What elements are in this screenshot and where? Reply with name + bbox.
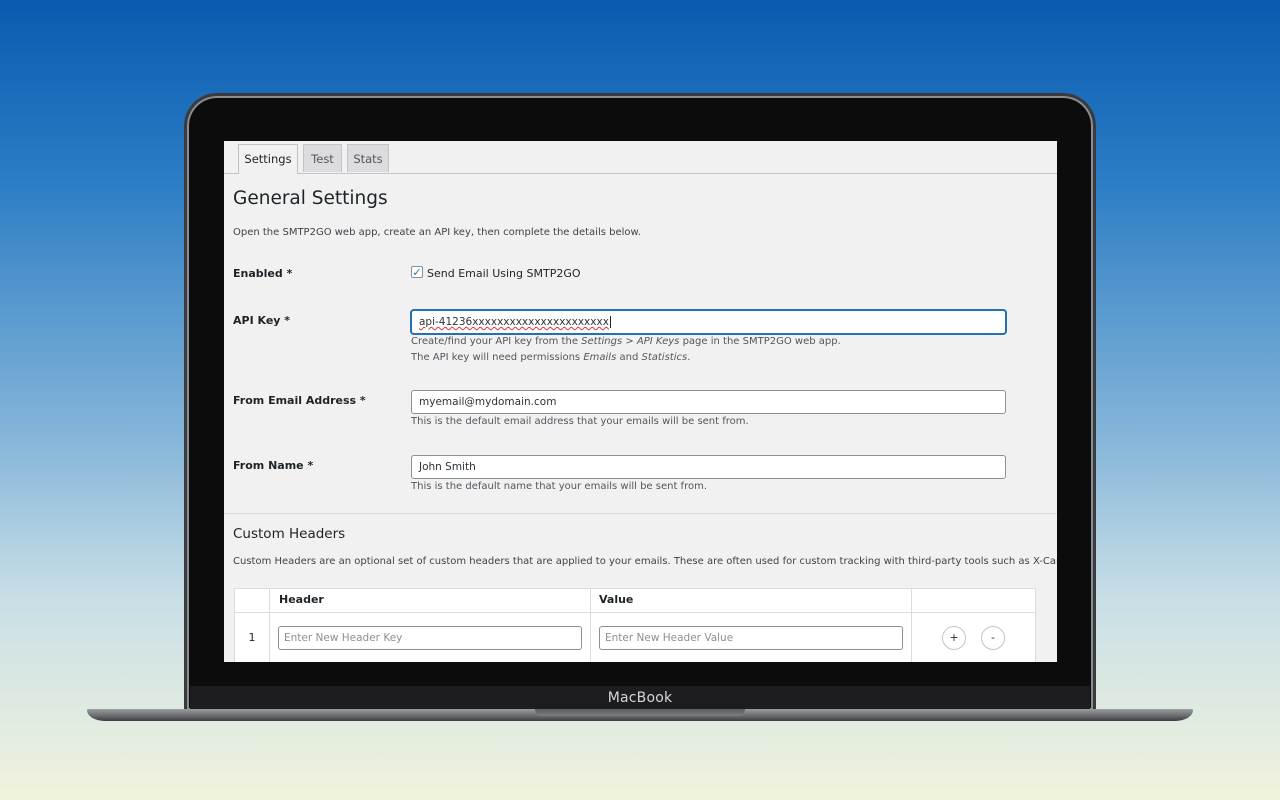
from-email-help: This is the default email address that y… <box>411 416 749 427</box>
from-email-input[interactable]: myemail@mydomain.com <box>411 390 1006 414</box>
help-emphasis: Settings > API Keys <box>581 336 680 347</box>
device-label: MacBook <box>607 690 673 706</box>
tab-settings[interactable]: Settings <box>238 144 298 174</box>
table-row-actions: + - <box>912 613 1035 662</box>
column-header-header: Header <box>270 589 591 613</box>
enabled-checkbox[interactable]: ✓ <box>411 266 423 279</box>
add-row-button[interactable]: + <box>942 626 966 650</box>
remove-row-button[interactable]: - <box>981 626 1005 650</box>
api-key-label: API Key * <box>233 314 291 327</box>
help-emphasis: Emails <box>583 352 617 363</box>
check-icon: ✓ <box>412 266 422 279</box>
tab-stats[interactable]: Stats <box>347 144 389 172</box>
laptop-hinge-notch <box>535 709 745 716</box>
row-index: 1 <box>235 613 270 662</box>
enabled-checkbox-label[interactable]: Send Email Using SMTP2GO <box>427 267 581 280</box>
api-key-help-2: The API key will need permissions Emails… <box>411 352 690 363</box>
help-emphasis: Statistics <box>641 352 688 363</box>
from-name-label: From Name * <box>233 459 314 472</box>
help-text: Create/find your API key from the <box>411 336 582 347</box>
from-name-input[interactable]: John Smith <box>411 455 1006 479</box>
text-caret <box>609 316 611 328</box>
api-key-input[interactable]: api-41236xxxxxxxxxxxxxxxxxxxxxx <box>411 310 1006 334</box>
custom-headers-table: Header Value 1 Enter New Header Key Ente… <box>234 588 1036 662</box>
laptop-bottom-bezel: MacBook <box>190 686 1090 710</box>
tab-test[interactable]: Test <box>303 144 342 172</box>
from-name-help: This is the default name that your email… <box>411 481 708 492</box>
header-value-input[interactable]: Enter New Header Value <box>599 626 903 650</box>
custom-headers-title: Custom Headers <box>233 526 346 542</box>
header-key-input[interactable]: Enter New Header Key <box>278 626 582 650</box>
help-text: . <box>687 352 691 363</box>
table-row: Enter New Header Key <box>270 613 591 662</box>
api-key-help-1: Create/find your API key from the Settin… <box>411 336 841 347</box>
section-divider <box>224 513 1057 514</box>
help-text: page in the SMTP2GO web app. <box>679 336 841 347</box>
api-key-value: api-41236xxxxxxxxxxxxxxxxxxxxxx <box>419 316 609 328</box>
page-title: General Settings <box>233 188 388 209</box>
table-header-cell <box>912 589 1035 613</box>
tab-bar: Settings Test Stats <box>224 141 1057 174</box>
enabled-label: Enabled * <box>233 267 293 280</box>
help-text: The API key will need permissions <box>411 352 584 363</box>
app-screen: Settings Test Stats General Settings Ope… <box>224 141 1057 662</box>
custom-headers-desc: Custom Headers are an optional set of cu… <box>233 556 1057 567</box>
column-header-value: Value <box>591 589 912 613</box>
from-email-label: From Email Address * <box>233 394 366 407</box>
table-header-cell <box>235 589 270 613</box>
intro-text: Open the SMTP2GO web app, create an API … <box>233 227 641 238</box>
table-row: Enter New Header Value <box>591 613 912 662</box>
help-text: and <box>616 352 642 363</box>
